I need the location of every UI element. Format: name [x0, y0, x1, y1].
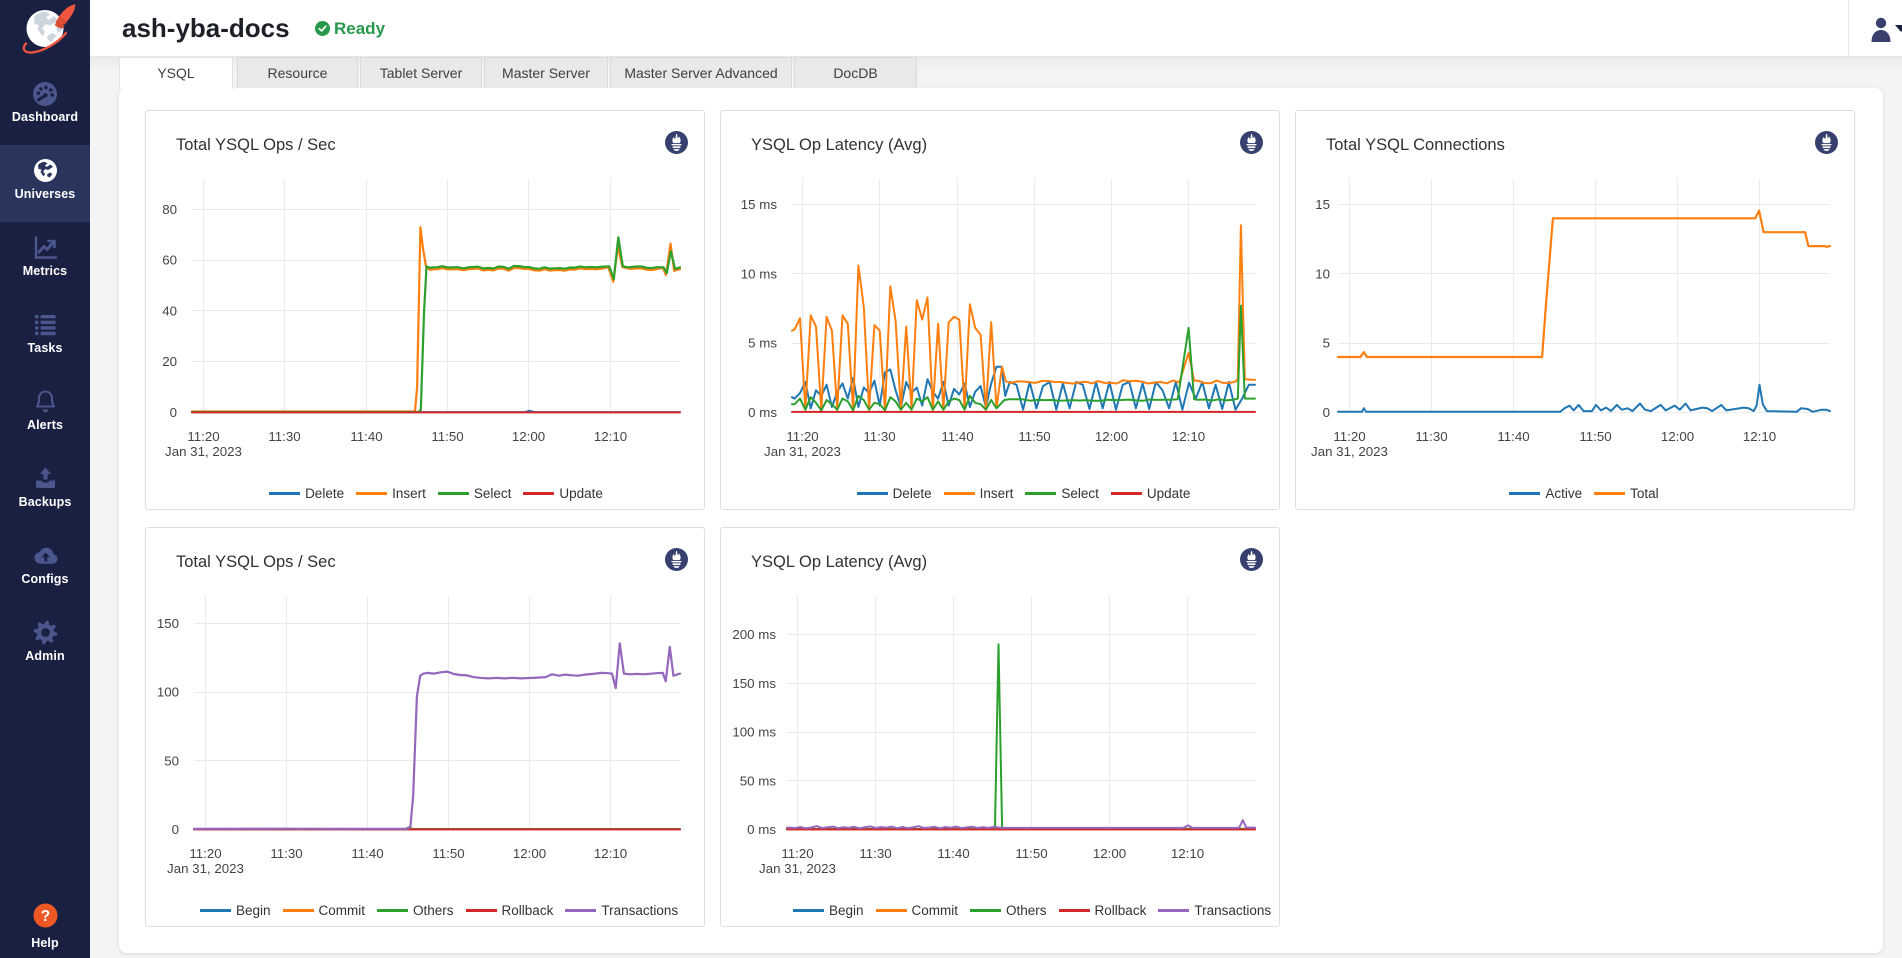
- svg-text:150: 150: [157, 616, 179, 631]
- svg-text:12:00: 12:00: [1661, 429, 1694, 444]
- svg-text:15 ms: 15 ms: [741, 197, 778, 212]
- svg-text:40: 40: [162, 303, 177, 318]
- svg-text:Jan 31, 2023: Jan 31, 2023: [759, 861, 836, 876]
- svg-text:20: 20: [162, 354, 177, 369]
- svg-text:11:40: 11:40: [937, 846, 969, 861]
- svg-text:11:40: 11:40: [351, 846, 383, 861]
- svg-text:11:20: 11:20: [187, 429, 219, 444]
- svg-text:12:10: 12:10: [594, 846, 627, 861]
- svg-text:12:00: 12:00: [513, 846, 546, 861]
- svg-text:150 ms: 150 ms: [732, 676, 776, 691]
- svg-text:11:20: 11:20: [786, 429, 818, 444]
- svg-text:?: ?: [40, 908, 49, 925]
- svg-text:11:40: 11:40: [1497, 429, 1529, 444]
- svg-text:11:30: 11:30: [859, 846, 891, 861]
- svg-text:11:20: 11:20: [781, 846, 813, 861]
- svg-text:Jan 31, 2023: Jan 31, 2023: [167, 861, 244, 876]
- svg-text:100: 100: [157, 685, 179, 700]
- svg-text:0: 0: [1323, 405, 1330, 420]
- svg-text:12:10: 12:10: [1171, 846, 1204, 861]
- svg-text:11:50: 11:50: [1579, 429, 1611, 444]
- svg-text:11:40: 11:40: [350, 429, 382, 444]
- svg-text:11:50: 11:50: [1018, 429, 1050, 444]
- svg-text:11:30: 11:30: [863, 429, 895, 444]
- svg-text:10: 10: [1315, 266, 1330, 281]
- svg-text:80: 80: [162, 202, 177, 217]
- svg-text:200 ms: 200 ms: [732, 627, 776, 642]
- svg-text:11:50: 11:50: [432, 846, 464, 861]
- svg-text:11:50: 11:50: [431, 429, 463, 444]
- svg-text:10 ms: 10 ms: [741, 266, 778, 281]
- svg-text:0: 0: [172, 822, 179, 837]
- svg-text:12:10: 12:10: [594, 429, 627, 444]
- svg-text:60: 60: [162, 253, 177, 268]
- svg-text:12:10: 12:10: [1172, 429, 1205, 444]
- svg-text:100 ms: 100 ms: [732, 725, 776, 740]
- svg-text:11:50: 11:50: [1015, 846, 1047, 861]
- svg-text:Jan 31, 2023: Jan 31, 2023: [1311, 444, 1388, 459]
- svg-text:11:30: 11:30: [1415, 429, 1447, 444]
- svg-text:12:00: 12:00: [1093, 846, 1126, 861]
- svg-text:15: 15: [1315, 197, 1330, 212]
- svg-text:12:00: 12:00: [1095, 429, 1128, 444]
- svg-text:50 ms: 50 ms: [740, 773, 777, 788]
- svg-text:11:20: 11:20: [1333, 429, 1365, 444]
- svg-text:Jan 31, 2023: Jan 31, 2023: [165, 444, 242, 459]
- svg-text:11:30: 11:30: [270, 846, 302, 861]
- svg-text:5 ms: 5 ms: [748, 336, 777, 351]
- svg-text:0 ms: 0 ms: [747, 822, 776, 837]
- svg-text:11:30: 11:30: [268, 429, 300, 444]
- svg-text:0: 0: [170, 405, 177, 420]
- svg-text:Jan 31, 2023: Jan 31, 2023: [764, 444, 841, 459]
- svg-text:11:40: 11:40: [941, 429, 973, 444]
- svg-text:12:10: 12:10: [1743, 429, 1776, 444]
- svg-text:12:00: 12:00: [512, 429, 545, 444]
- svg-text:5: 5: [1323, 336, 1330, 351]
- svg-text:11:20: 11:20: [189, 846, 221, 861]
- svg-text:0 ms: 0 ms: [748, 405, 777, 420]
- svg-text:50: 50: [164, 753, 179, 768]
